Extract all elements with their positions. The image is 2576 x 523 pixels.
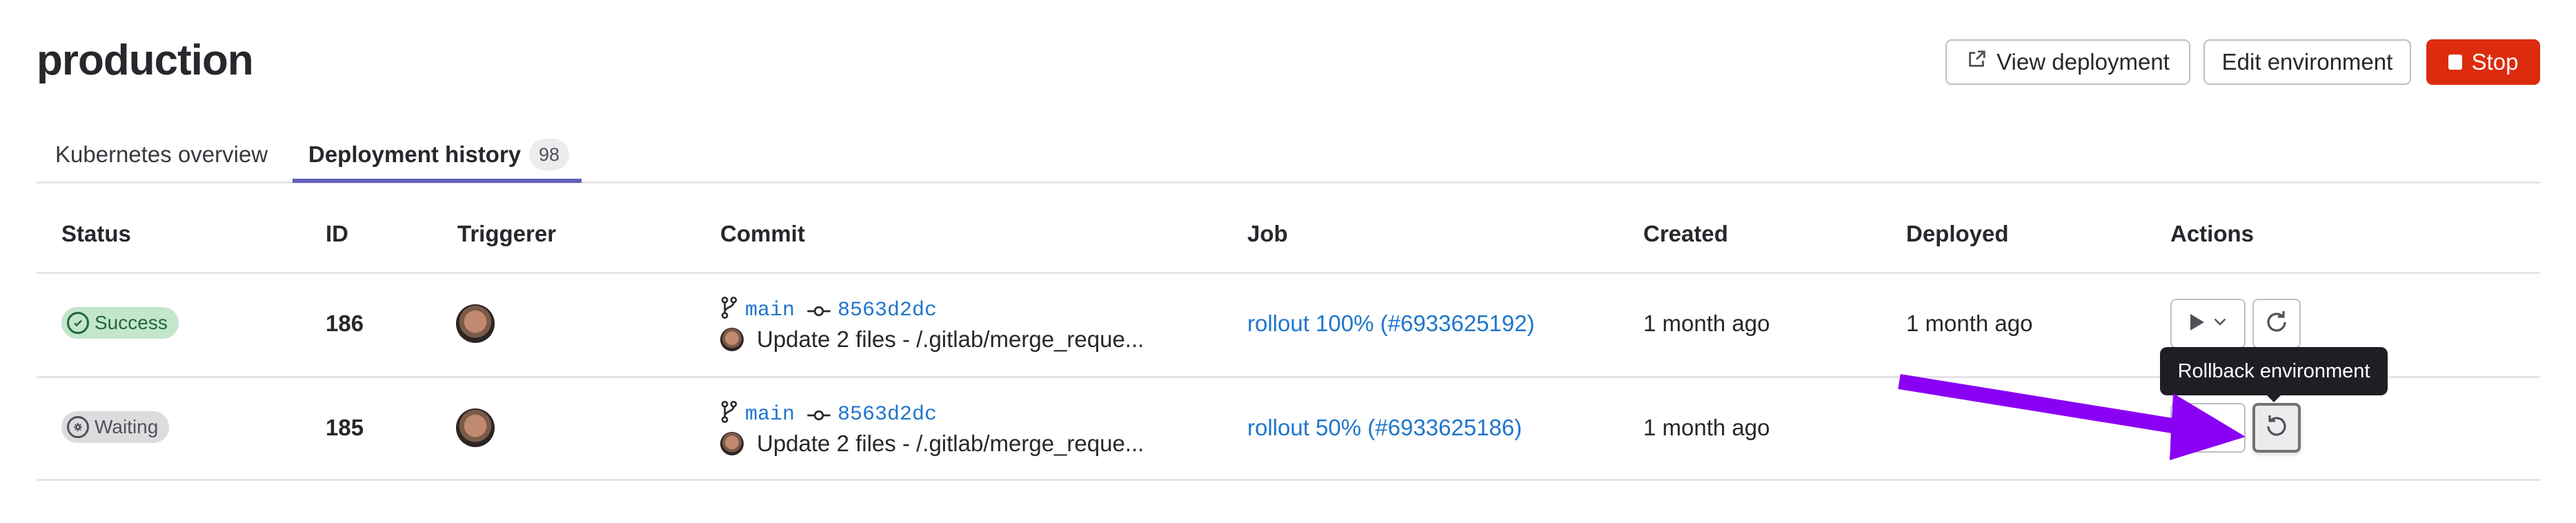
branch-icon [720,400,738,428]
view-deployment-button[interactable]: View deployment [1945,39,2190,85]
deployment-id: 186 [326,310,364,336]
commit-author-avatar [720,328,744,351]
status-label: Waiting [95,416,159,437]
external-link-icon [1966,49,1987,75]
column-header-created: Created [1643,221,1728,246]
edit-environment-label: Edit environment [2221,49,2393,75]
job-link[interactable]: rollout 50% (#6933625186) [1247,415,1522,441]
row-divider [37,479,2540,481]
column-header-job: Job [1247,221,1288,246]
status-badge: Success [61,307,179,339]
redeploy-button[interactable] [2252,299,2301,348]
rollback-icon [2263,413,2290,444]
manual-job-dropdown-button[interactable] [2170,403,2246,453]
rollback-button[interactable] [2252,403,2301,453]
rollback-tooltip: Rollback environment [2160,347,2388,395]
retry-icon [2263,308,2290,339]
tab-deployment-history[interactable]: Deployment history 98 [308,128,570,181]
stop-label: Stop [2471,49,2519,75]
tooltip-pointer [2266,394,2282,402]
commit-ref: main 8563d2dc [720,400,937,428]
header-divider [37,272,2540,274]
column-header-id: ID [326,221,348,246]
commit-icon [807,297,831,324]
stop-button[interactable]: Stop [2426,39,2540,85]
branch-link[interactable]: main [745,299,795,322]
branch-icon [720,296,738,324]
status-label: Success [95,312,168,333]
column-header-deployed: Deployed [1906,221,2009,246]
column-header-actions: Actions [2170,221,2255,246]
gear-circle-icon [67,416,89,438]
commit-message[interactable]: Update 2 files - /.gitlab/merge_reque... [757,431,1144,457]
edit-environment-button[interactable]: Edit environment [2203,39,2411,85]
check-circle-icon [67,312,89,334]
page-title: production [37,37,254,84]
commit-ref: main 8563d2dc [720,296,937,324]
triggerer-avatar[interactable] [456,304,495,343]
branch-link[interactable]: main [745,403,795,426]
active-tab-indicator [293,179,582,183]
commit-author-avatar [720,432,744,455]
deployment-id: 185 [326,415,364,440]
job-link[interactable]: rollout 100% (#6933625192) [1247,310,1534,337]
triggerer-avatar[interactable] [456,408,495,447]
play-icon [2190,313,2204,334]
tab-label: Deployment history [308,141,522,167]
commit-icon [807,402,831,428]
created-time: 1 month ago [1643,310,1770,336]
deployed-time: 1 month ago [1906,310,2033,336]
chevron-down-icon [2214,317,2226,330]
deployment-count-badge: 98 [529,139,570,170]
tab-label: Kubernetes overview [55,141,268,167]
column-header-triggerer: Triggerer [457,221,557,246]
view-deployment-label: View deployment [1997,49,2170,75]
commit-sha-link[interactable]: 8563d2dc [838,299,937,322]
commit-message[interactable]: Update 2 files - /.gitlab/merge_reque... [757,326,1144,353]
column-header-status: Status [61,221,131,246]
manual-job-dropdown-button[interactable] [2170,299,2246,348]
commit-sha-link[interactable]: 8563d2dc [838,403,937,426]
column-header-commit: Commit [720,221,805,246]
created-time: 1 month ago [1643,415,1770,440]
status-badge: Waiting [61,411,170,443]
tab-kubernetes-overview[interactable]: Kubernetes overview [55,128,268,181]
stop-icon [2448,55,2462,70]
